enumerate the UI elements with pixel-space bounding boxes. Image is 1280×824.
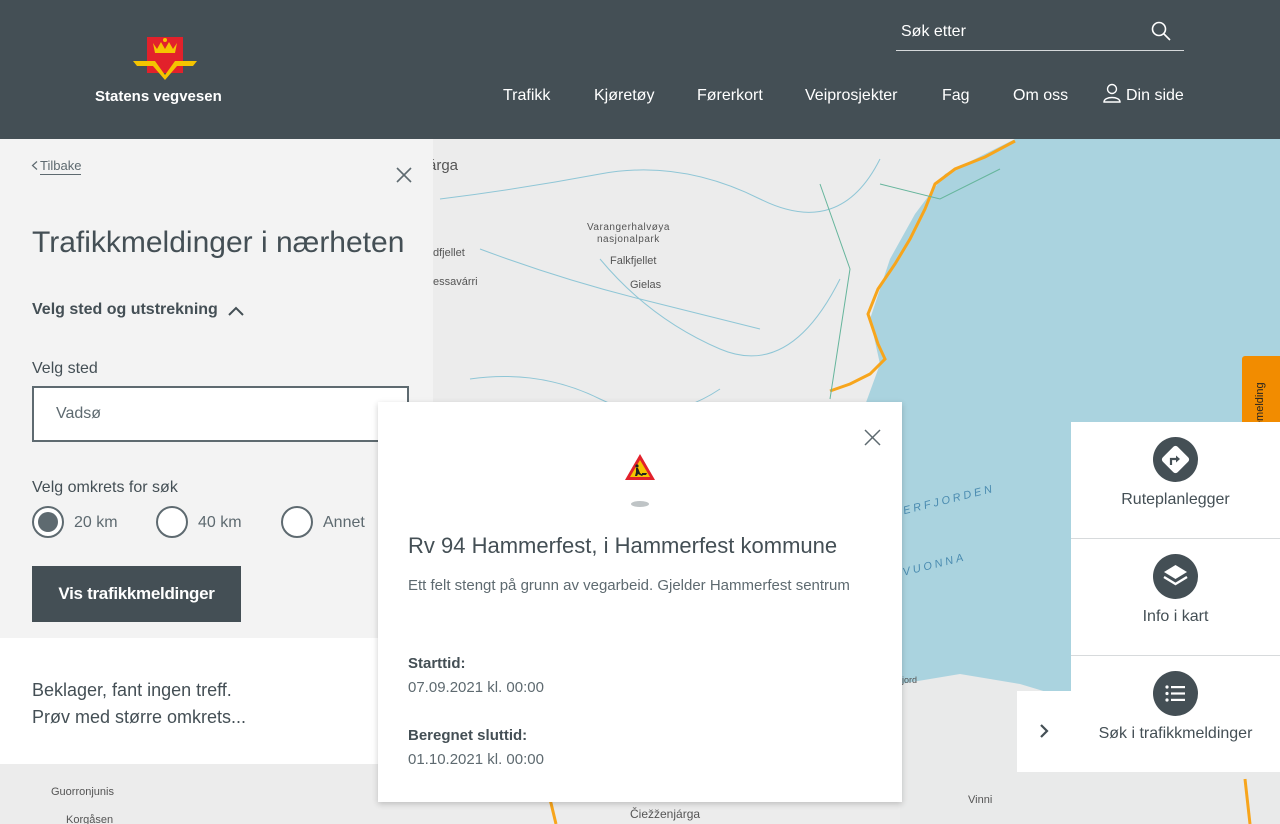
layers-icon [1153, 554, 1198, 599]
map-label: Korgåsen [66, 814, 114, 824]
list-icon-glyph [1165, 685, 1185, 702]
map-label: Čiežženjárga [630, 807, 701, 821]
popup-title: Rv 94 Hammerfest, i Hammerfest kommune [408, 533, 838, 558]
nav-forerkort[interactable]: Førerkort [697, 87, 763, 105]
place-label: Velg sted [32, 360, 98, 377]
end-time-label: Beregnet sluttid: [408, 727, 528, 744]
radio-label: 20 km [74, 514, 118, 531]
search-traffic-button[interactable]: Søk i trafikkmeldinger [1071, 656, 1280, 773]
back-link[interactable]: Tilbake [31, 158, 82, 175]
nav-trafikk[interactable]: Trafikk [503, 87, 550, 105]
map-label: Falkfjellet [610, 255, 657, 267]
nav-fag[interactable]: Fag [942, 87, 970, 105]
chevron-left-icon [31, 161, 38, 170]
radius-label: Velg omkrets for søk [32, 479, 178, 496]
map-label: Varangerhalvøya [587, 222, 670, 233]
place-input[interactable] [32, 386, 409, 442]
nav-din-side-label: Din side [1126, 87, 1184, 104]
traffic-search-panel: Tilbake Trafikkmeldinger i nærheten Velg… [0, 139, 433, 638]
tool-label: Ruteplanlegger [1121, 491, 1230, 508]
tool-label: Søk i trafikkmeldinger [1098, 725, 1253, 742]
radio-label: Annet [323, 514, 365, 531]
section-toggle-label: Velg sted og utstrekning [32, 301, 218, 318]
map-label: dfjellet [433, 247, 465, 259]
empty-result: Beklager, fant ingen treff. Prøv med stø… [0, 638, 380, 764]
crown-logo-icon [133, 37, 197, 80]
start-time-label: Starttid: [408, 655, 466, 672]
start-time-value: 07.09.2021 kl. 00:00 [408, 679, 544, 696]
panel-title: Trafikkmeldinger i nærheten [32, 226, 405, 259]
user-icon [1103, 83, 1121, 103]
search-input[interactable] [896, 14, 1146, 50]
icon-shadow [631, 501, 649, 507]
logo-text: Statens vegvesen [95, 88, 222, 105]
route-icon [1153, 437, 1198, 482]
roadwork-icon [625, 454, 655, 480]
radio-label: 40 km [198, 514, 242, 531]
expand-panel-button[interactable] [1017, 691, 1071, 772]
end-time-value: 01.10.2021 kl. 00:00 [408, 751, 544, 768]
nav-om-oss[interactable]: Om oss [1013, 87, 1068, 105]
logo[interactable]: Statens vegvesen [95, 33, 240, 113]
traffic-message-popup: Rv 94 Hammerfest, i Hammerfest kommune E… [378, 402, 902, 802]
show-traffic-button[interactable]: Vis trafikkmeldinger [32, 566, 241, 622]
tool-label: Info i kart [1142, 608, 1209, 625]
nav-veiprosjekter[interactable]: Veiprosjekter [805, 87, 898, 105]
section-toggle[interactable]: Velg sted og utstrekning [32, 301, 244, 319]
map-label: Guorronjunis [51, 786, 114, 798]
empty-message-line1: Beklager, fant ingen treff. [32, 680, 232, 700]
map-info-button[interactable]: Info i kart [1071, 539, 1280, 656]
radio-circle [281, 506, 313, 538]
search-bar [896, 14, 1184, 51]
map-tools: Ruteplanlegger Info i kart Søk i trafikk… [1071, 422, 1280, 772]
layers-icon-glyph [1163, 565, 1188, 586]
close-icon[interactable] [394, 165, 414, 185]
route-icon-glyph [1161, 445, 1190, 474]
nav-din-side[interactable]: Din side [1103, 83, 1184, 105]
chevron-up-icon [228, 306, 244, 316]
list-icon [1153, 671, 1198, 716]
map-label: Gielas [630, 279, 662, 291]
popup-description: Ett felt stengt på grunn av vegarbeid. G… [408, 577, 850, 594]
map-label: jord [902, 675, 918, 685]
close-icon[interactable] [864, 429, 881, 446]
chevron-right-icon [1040, 724, 1049, 738]
search-icon[interactable] [1150, 20, 1172, 42]
route-planner-button[interactable]: Ruteplanlegger [1071, 422, 1280, 539]
back-link-label: Tilbake [40, 158, 82, 175]
radio-circle [32, 506, 64, 538]
site-header: Statens vegvesen Trafikk Kjøretøy Førerk… [0, 0, 1280, 139]
radio-circle [156, 506, 188, 538]
map-label: Vinni [968, 794, 993, 806]
map-label: nasjonalpark [597, 234, 660, 245]
nav-kjoretoy[interactable]: Kjøretøy [594, 87, 654, 105]
empty-message-line2: Prøv med større omkrets... [32, 707, 247, 727]
map-label: essavárri [433, 276, 478, 288]
